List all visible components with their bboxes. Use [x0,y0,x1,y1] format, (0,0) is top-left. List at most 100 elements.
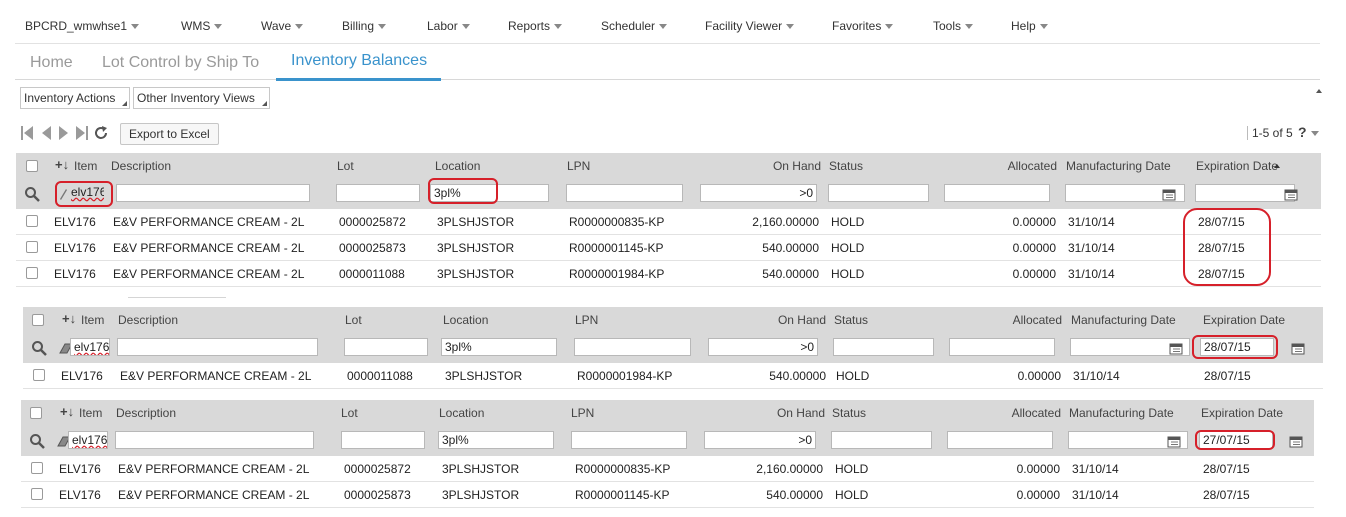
menu-tools[interactable]: Tools [933,19,974,33]
allocated-filter-input[interactable] [944,184,1050,202]
table-row[interactable]: ELV176 E&V PERFORMANCE CREAM - 2L 000002… [21,456,1314,482]
last-page-icon[interactable] [75,124,89,142]
col-lot[interactable]: Lot [337,159,354,173]
col-lpn[interactable]: LPN [575,313,598,327]
menu-help[interactable]: Help [1011,19,1048,33]
on-hand-filter-input[interactable]: >0 [704,431,816,449]
prev-page-icon[interactable] [39,124,53,142]
calendar-icon[interactable] [1284,187,1298,201]
calendar-icon[interactable] [1289,434,1303,448]
status-filter-input[interactable] [831,431,932,449]
inventory-actions-dropdown[interactable]: Inventory Actions [20,87,131,109]
calendar-icon[interactable] [1167,434,1181,448]
table-row[interactable]: ELV176 E&V PERFORMANCE CREAM - 2L 000001… [23,363,1323,389]
lpn-filter-input[interactable] [571,431,687,449]
tab-home[interactable]: Home [30,54,73,72]
calendar-icon[interactable] [1169,341,1183,355]
description-filter-input[interactable] [115,431,314,449]
calendar-icon[interactable] [1162,187,1176,201]
lot-filter-input[interactable] [341,431,425,449]
menu-wms[interactable]: WMS [181,19,223,33]
col-description[interactable]: Description [111,159,171,173]
menu-scheduler[interactable]: Scheduler [601,19,668,33]
on-hand-filter-input[interactable]: >0 [708,338,818,356]
row-checkbox[interactable] [31,488,43,500]
tab-lot-control[interactable]: Lot Control by Ship To [102,54,259,72]
status-filter-input[interactable] [828,184,929,202]
table-row[interactable]: ELV176 E&V PERFORMANCE CREAM - 2L 000002… [16,235,1321,261]
refresh-icon[interactable] [93,124,109,142]
col-mfg-date[interactable]: Manufacturing Date [1069,406,1174,420]
first-page-icon[interactable] [20,124,34,142]
other-views-dropdown[interactable]: Other Inventory Views [133,87,270,109]
col-exp-date[interactable]: Expiration Date [1203,313,1285,327]
location-filter-input[interactable]: 3pl% [438,431,554,449]
help-icon[interactable]: ? [1298,124,1307,140]
col-mfg-date[interactable]: Manufacturing Date [1066,159,1171,173]
col-on-hand[interactable]: On Hand [723,313,826,327]
col-lot[interactable]: Lot [345,313,362,327]
select-all-checkbox[interactable] [32,314,44,326]
col-allocated[interactable]: Allocated [946,159,1057,173]
collapse-icon[interactable] [1316,89,1322,93]
add-sort-icon[interactable]: +↓ [55,157,69,172]
row-checkbox[interactable] [26,267,38,279]
menu-favorites[interactable]: Favorites [832,19,894,33]
allocated-filter-input[interactable] [947,431,1053,449]
col-description[interactable]: Description [116,406,176,420]
item-filter-input[interactable]: elv176 [70,338,110,356]
description-filter-input[interactable] [116,184,310,202]
col-item[interactable]: Item [74,159,97,173]
menu-wave[interactable]: Wave [261,19,304,33]
menu-facility-viewer[interactable]: Facility Viewer [705,19,795,33]
export-to-excel-button[interactable]: Export to Excel [120,123,219,145]
col-mfg-date[interactable]: Manufacturing Date [1071,313,1176,327]
menu-billing[interactable]: Billing [342,19,387,33]
item-filter-input[interactable]: elv176 [68,431,108,449]
on-hand-filter-input[interactable]: >0 [700,184,817,202]
select-all-checkbox[interactable] [26,160,38,172]
col-status[interactable]: Status [834,313,868,327]
tab-inventory-balances[interactable]: Inventory Balances [291,52,427,70]
exp-date-filter-input[interactable] [1195,184,1295,202]
row-checkbox[interactable] [26,215,38,227]
table-row[interactable]: ELV176 E&V PERFORMANCE CREAM - 2L 000002… [16,209,1321,235]
col-status[interactable]: Status [829,159,863,173]
menu-labor[interactable]: Labor [427,19,470,33]
col-item[interactable]: Item [79,406,102,420]
row-checkbox[interactable] [31,462,43,474]
col-exp-date[interactable]: Expiration Date [1201,406,1283,420]
col-status[interactable]: Status [832,406,866,420]
lpn-filter-input[interactable] [566,184,683,202]
col-allocated[interactable]: Allocated [951,313,1062,327]
col-on-hand[interactable]: On Hand [721,406,825,420]
col-location[interactable]: Location [435,159,480,173]
add-sort-icon[interactable]: +↓ [62,311,76,326]
lot-filter-input[interactable] [336,184,420,202]
menu-reports[interactable]: Reports [508,19,563,33]
table-row[interactable]: ELV176 E&V PERFORMANCE CREAM - 2L 000001… [16,261,1321,287]
status-filter-input[interactable] [833,338,934,356]
col-description[interactable]: Description [118,313,178,327]
row-checkbox[interactable] [33,369,45,381]
location-filter-input[interactable]: 3pl% [441,338,557,356]
chevron-down-icon[interactable] [1311,131,1319,136]
col-allocated[interactable]: Allocated [949,406,1061,420]
col-location[interactable]: Location [439,406,484,420]
col-location[interactable]: Location [443,313,488,327]
next-page-icon[interactable] [57,124,71,142]
col-item[interactable]: Item [81,313,104,327]
row-checkbox[interactable] [26,241,38,253]
allocated-filter-input[interactable] [949,338,1055,356]
add-sort-icon[interactable]: +↓ [60,404,74,419]
col-on-hand[interactable]: On Hand [716,159,821,173]
lpn-filter-input[interactable] [574,338,691,356]
col-exp-date[interactable]: Expiration Date [1196,159,1278,173]
col-lot[interactable]: Lot [341,406,358,420]
lot-filter-input[interactable] [344,338,428,356]
description-filter-input[interactable] [117,338,318,356]
col-lpn[interactable]: LPN [571,406,594,420]
calendar-icon[interactable] [1291,341,1305,355]
col-lpn[interactable]: LPN [567,159,590,173]
menu-warehouse[interactable]: BPCRD_wmwhse1 [25,19,140,33]
